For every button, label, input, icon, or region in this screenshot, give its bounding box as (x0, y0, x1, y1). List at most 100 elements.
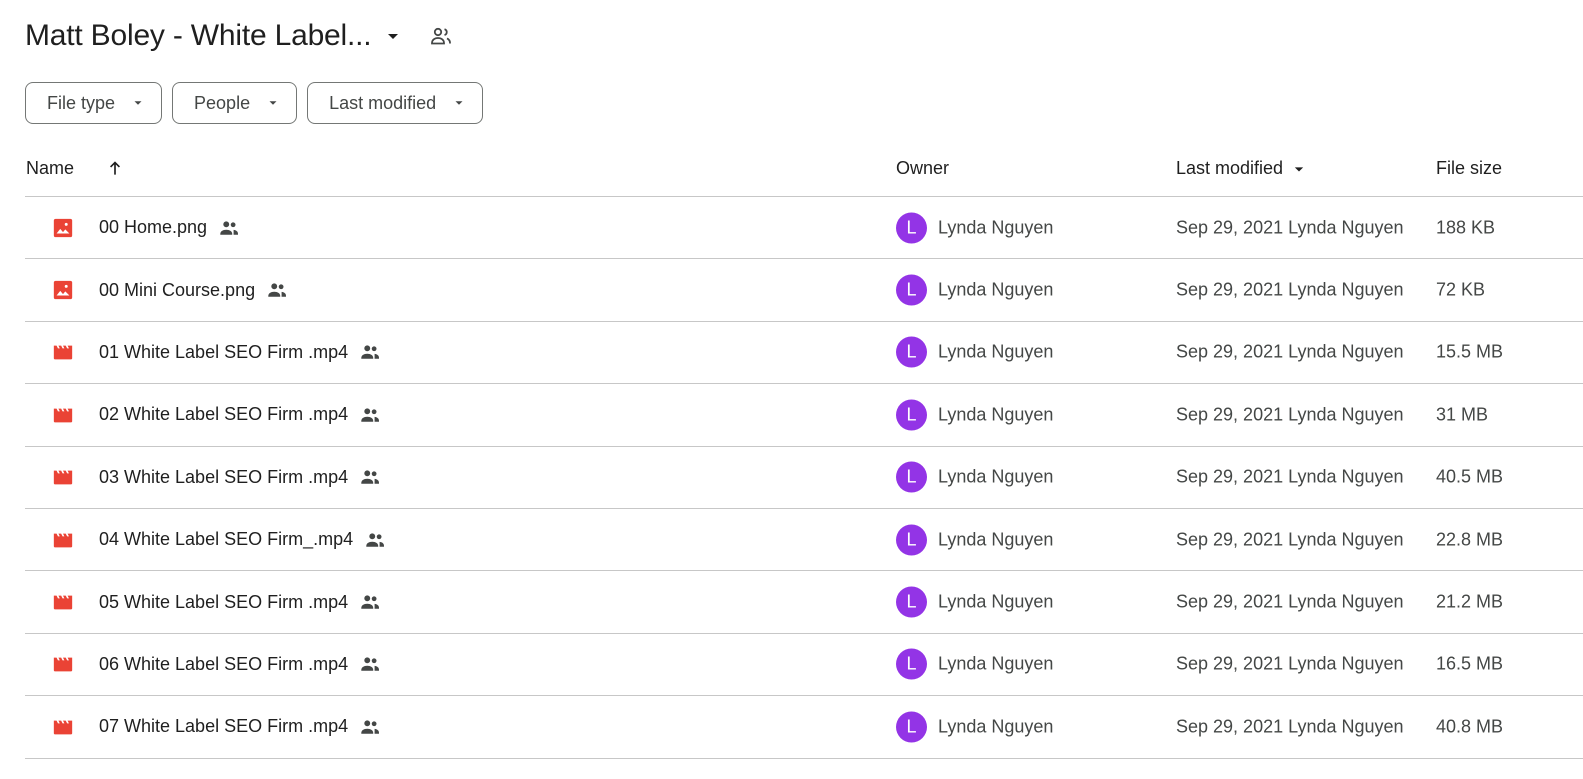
file-name-cell: 01 White Label SEO Firm .mp4 (99, 340, 382, 364)
avatar: L (896, 336, 927, 368)
video-file-icon (51, 715, 75, 739)
file-size-cell: 72 KB (1436, 279, 1486, 300)
table-row[interactable]: 00 Mini Course.png L Lynda Nguyen Sep 29, 2… (25, 259, 1583, 322)
video-file-icon (51, 340, 75, 364)
image-file-icon (51, 278, 75, 302)
avatar: L (896, 648, 927, 680)
owner-cell: L Lynda Nguyen (896, 586, 1054, 618)
filter-chips: File type People Last modified (25, 82, 484, 124)
owner-name: Lynda Nguyen (938, 217, 1054, 238)
file-name-cell: 06 White Label SEO Firm .mp4 (99, 652, 382, 676)
file-name-cell: 02 White Label SEO Firm .mp4 (99, 403, 382, 427)
folder-title[interactable]: Matt Boley - White Label... (25, 19, 372, 53)
table-row[interactable]: 02 White Label SEO Firm .mp4 L Lynda Nguye… (25, 384, 1583, 447)
file-name[interactable]: 01 White Label SEO Firm .mp4 (99, 342, 348, 363)
video-file-icon (51, 590, 75, 614)
avatar: L (896, 524, 927, 556)
last-modified-cell: Sep 29, 2021 Lynda Nguyen (1176, 591, 1404, 612)
chevron-down-icon (134, 101, 142, 105)
file-name-cell: 05 White Label SEO Firm .mp4 (99, 590, 382, 614)
file-name[interactable]: 03 White Label SEO Firm .mp4 (99, 467, 348, 488)
table-row[interactable]: 06 White Label SEO Firm .mp4 L Lynda Nguye… (25, 634, 1583, 697)
owner-cell: L Lynda Nguyen (896, 648, 1054, 680)
shared-people-icon (358, 652, 382, 676)
image-file-icon (51, 216, 75, 240)
column-header-last-modified-label: Last modified (1176, 158, 1284, 178)
table-row[interactable]: 03 White Label SEO Firm .mp4 L Lynda Nguye… (25, 447, 1583, 509)
owner-name: Lynda Nguyen (938, 529, 1054, 550)
arrow-drop-down-icon (1294, 166, 1304, 171)
avatar: L (896, 399, 927, 431)
video-file-icon (51, 403, 75, 427)
shared-people-icon (358, 403, 382, 427)
owner-cell: L Lynda Nguyen (896, 399, 1053, 431)
owner-cell: L Lynda Nguyen (896, 274, 1054, 306)
file-size-cell: 31 MB (1436, 404, 1489, 425)
column-header-owner[interactable]: Owner (896, 158, 949, 179)
file-name-cell: 07 White Label SEO Firm .mp4 (99, 715, 382, 739)
file-size-cell: 16.5 MB (1436, 653, 1504, 674)
shared-people-icon (358, 465, 382, 489)
owner-cell: L Lynda Nguyen (896, 711, 1054, 743)
arrow-upward-icon[interactable] (103, 156, 127, 180)
arrow-drop-down-icon[interactable] (381, 24, 405, 48)
table-row[interactable]: 01 White Label SEO Firm .mp4 L Lynda Nguye… (25, 322, 1583, 385)
shared-people-icon (363, 528, 387, 552)
avatar: L (896, 586, 927, 618)
table-row[interactable]: 00 Home.png L Lynda Nguyen Sep 29, 2021 Lyn… (25, 197, 1583, 260)
owner-name: Lynda Nguyen (938, 716, 1054, 737)
column-header-name[interactable]: Name (26, 158, 74, 179)
owner-cell: L Lynda Nguyen (896, 212, 1054, 244)
owner-name: Lynda Nguyen (938, 279, 1054, 300)
file-size-cell: 21.2 MB (1436, 591, 1504, 612)
file-name[interactable]: 06 White Label SEO Firm .mp4 (99, 654, 348, 675)
filter-chip-label: Last modified (329, 92, 437, 113)
filter-chip-label: File type (47, 92, 116, 113)
avatar: L (896, 212, 927, 244)
file-name-cell: 00 Home.png (99, 216, 241, 240)
owner-cell: L Lynda Nguyen (896, 336, 1053, 368)
table-row[interactable]: 07 White Label SEO Firm .mp4 L Lynda Nguye… (25, 696, 1583, 759)
owner-name: Lynda Nguyen (938, 591, 1054, 612)
owner-cell: L Lynda Nguyen (896, 461, 1053, 493)
file-name[interactable]: 05 White Label SEO Firm .mp4 (99, 592, 348, 613)
filter-chip-people[interactable]: People (172, 82, 298, 124)
file-name-cell: 03 White Label SEO Firm .mp4 (99, 465, 382, 489)
owner-cell: L Lynda Nguyen (896, 524, 1054, 556)
shared-people-icon (358, 590, 382, 614)
last-modified-cell: Sep 29, 2021 Lynda Nguyen (1176, 217, 1404, 238)
table-row[interactable]: 04 White Label SEO Firm_.mp4 L Lynda Nguye… (25, 509, 1583, 572)
table-header: Name Owner Last modified File size (25, 142, 1583, 197)
filter-chip-file-type[interactable]: File type (25, 82, 163, 124)
last-modified-cell: Sep 29, 2021 Lynda Nguyen (1176, 466, 1404, 487)
shared-people-icon (358, 715, 382, 739)
avatar: L (896, 711, 927, 743)
file-name[interactable]: 07 White Label SEO Firm .mp4 (99, 716, 348, 737)
file-name-cell: 04 White Label SEO Firm_.mp4 (99, 528, 387, 552)
video-file-icon (51, 465, 75, 489)
chevron-down-icon (455, 101, 463, 105)
video-file-icon (51, 652, 75, 676)
file-name[interactable]: 02 White Label SEO Firm .mp4 (99, 404, 348, 425)
file-name[interactable]: 00 Home.png (99, 217, 207, 238)
column-header-last-modified[interactable]: Last modified (1176, 158, 1309, 179)
folder-header: Matt Boley - White Label... (25, 14, 455, 58)
table-row[interactable]: 05 White Label SEO Firm .mp4 L Lynda Nguye… (25, 571, 1583, 634)
table-body: 00 Home.png L Lynda Nguyen Sep 29, 2021 Lyn… (25, 197, 1583, 759)
file-name[interactable]: 04 White Label SEO Firm_.mp4 (99, 529, 353, 550)
file-size-cell: 15.5 MB (1436, 341, 1504, 362)
column-header-file-size[interactable]: File size (1436, 158, 1502, 179)
owner-name: Lynda Nguyen (938, 653, 1054, 674)
shared-folder-people-icon[interactable] (427, 22, 455, 50)
shared-people-icon (265, 278, 289, 302)
file-size-cell: 40.5 MB (1436, 466, 1504, 487)
last-modified-cell: Sep 29, 2021 Lynda Nguyen (1176, 716, 1404, 737)
file-name[interactable]: 00 Mini Course.png (99, 280, 255, 301)
last-modified-cell: Sep 29, 2021 Lynda Nguyen (1176, 404, 1404, 425)
last-modified-cell: Sep 29, 2021 Lynda Nguyen (1176, 279, 1404, 300)
shared-people-icon (358, 340, 382, 364)
shared-people-icon (217, 216, 241, 240)
file-size-cell: 188 KB (1436, 217, 1496, 238)
filter-chip-last-modified[interactable]: Last modified (307, 82, 484, 124)
file-name-cell: 00 Mini Course.png (99, 278, 289, 302)
